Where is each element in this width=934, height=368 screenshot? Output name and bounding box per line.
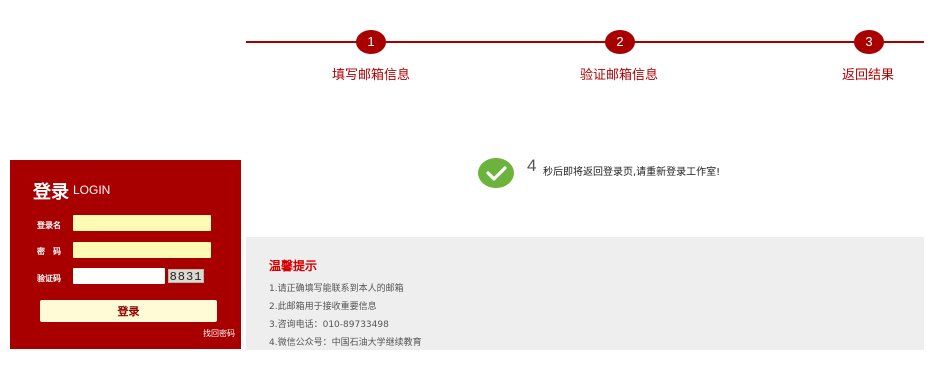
- login-title: 登录: [33, 182, 69, 203]
- tips-box: 温馨提示 1.请正确填写能联系到本人的邮箱 2.此邮箱用于接收重要信息 3.咨询…: [246, 237, 924, 350]
- tip-item: 3.咨询电话：010-89733498: [269, 320, 389, 330]
- password-input[interactable]: [73, 242, 211, 258]
- checkmark-circle-icon: [478, 158, 514, 188]
- tip-item: 4.微信公众号：中国石油大学继续教育: [269, 338, 422, 348]
- forgot-password-link[interactable]: 找回密码: [203, 328, 235, 339]
- login-button[interactable]: 登录: [40, 300, 217, 322]
- captcha-input[interactable]: [73, 268, 165, 284]
- username-input[interactable]: [73, 215, 211, 231]
- steps-line: [246, 41, 924, 43]
- captcha-label: 验证码: [37, 274, 61, 283]
- tip-item: 1.请正确填写能联系到本人的邮箱: [269, 284, 404, 294]
- step-3-circle: 3: [854, 30, 884, 54]
- redirect-message: 秒后即将返回登录页,请重新登录工作室!: [543, 167, 721, 178]
- login-subtitle: LOGIN: [73, 183, 111, 197]
- step-2-label: 验证邮箱信息: [580, 68, 659, 83]
- step-1-circle: 1: [356, 30, 386, 54]
- step-1-label: 填写邮箱信息: [332, 68, 411, 83]
- login-panel: 登录 LOGIN 登录名 密 码 验证码 8831 登录 找回密码: [10, 160, 241, 349]
- tip-item: 2.此邮箱用于接收重要信息: [269, 302, 377, 312]
- step-2-circle: 2: [605, 30, 635, 54]
- step-3-label: 返回结果: [842, 68, 895, 83]
- checkmark-icon: [486, 166, 507, 181]
- username-label: 登录名: [37, 221, 61, 230]
- password-label: 密 码: [37, 247, 61, 256]
- captcha-image[interactable]: 8831: [168, 269, 204, 284]
- countdown-number: 4: [527, 156, 537, 175]
- tips-title: 温馨提示: [269, 259, 318, 273]
